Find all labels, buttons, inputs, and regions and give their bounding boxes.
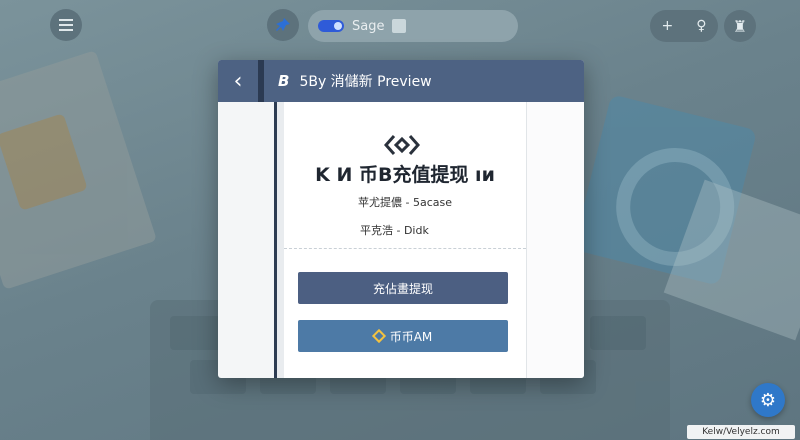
deposit-withdraw-button[interactable]: 充佔畫提现 xyxy=(298,272,508,304)
toggle-icon xyxy=(318,20,344,32)
info-row: 平克浩 - Didk xyxy=(360,224,429,237)
gift-icon: ♜ xyxy=(732,16,748,36)
thumbs-up-icon xyxy=(392,19,407,33)
back-button[interactable]: ‹ xyxy=(218,60,258,102)
dialog-spine xyxy=(274,102,284,378)
pin-button[interactable] xyxy=(267,9,299,41)
gift-button[interactable]: ♜ xyxy=(724,10,756,42)
sage-toggle[interactable]: Sage xyxy=(308,10,518,42)
dialog-side-panel xyxy=(526,102,584,378)
backdrop-card-left xyxy=(0,50,157,290)
dialog-header: ‹ B 5By 消儲新 Preview xyxy=(218,60,584,102)
binance-button[interactable]: 币币AM xyxy=(298,320,508,352)
dashed-divider xyxy=(284,248,526,249)
plus-icon[interactable]: + xyxy=(662,18,674,34)
secondary-button-label: 币币AM xyxy=(389,329,433,344)
pin-icon xyxy=(276,18,290,31)
brand-logo-icon xyxy=(384,135,420,155)
brand-subtitle: 苹尤提儂 - 5acase xyxy=(358,196,452,209)
settings-button[interactable]: ⚙ xyxy=(751,383,785,417)
primary-button-label: 充佔畫提现 xyxy=(372,281,433,296)
tools-pill[interactable]: + ♀ xyxy=(650,10,718,42)
dialog-title: 5By 消儲新 Preview xyxy=(299,74,432,90)
header-separator xyxy=(258,60,264,102)
header-logo: B xyxy=(278,72,290,90)
preview-dialog: ‹ B 5By 消儲新 Preview K И 币B充值提现 ıи 苹尤提儂 -… xyxy=(218,60,584,378)
chevron-left-icon: ‹ xyxy=(233,68,243,94)
dialog-body: K И 币B充值提现 ıи 苹尤提儂 - 5acase 平克浩 - Didk 充… xyxy=(284,102,526,378)
gear-icon: ⚙ xyxy=(759,389,777,411)
menu-button[interactable] xyxy=(50,9,82,41)
sage-label: Sage xyxy=(352,18,385,34)
brand-title: K И 币B充值提现 ıи xyxy=(315,164,495,186)
binance-diamond-icon xyxy=(371,328,386,344)
bulb-icon[interactable]: ♀ xyxy=(696,18,706,34)
watermark: Kelw/Velyelz.com xyxy=(687,425,795,439)
hamburger-icon xyxy=(59,24,73,26)
